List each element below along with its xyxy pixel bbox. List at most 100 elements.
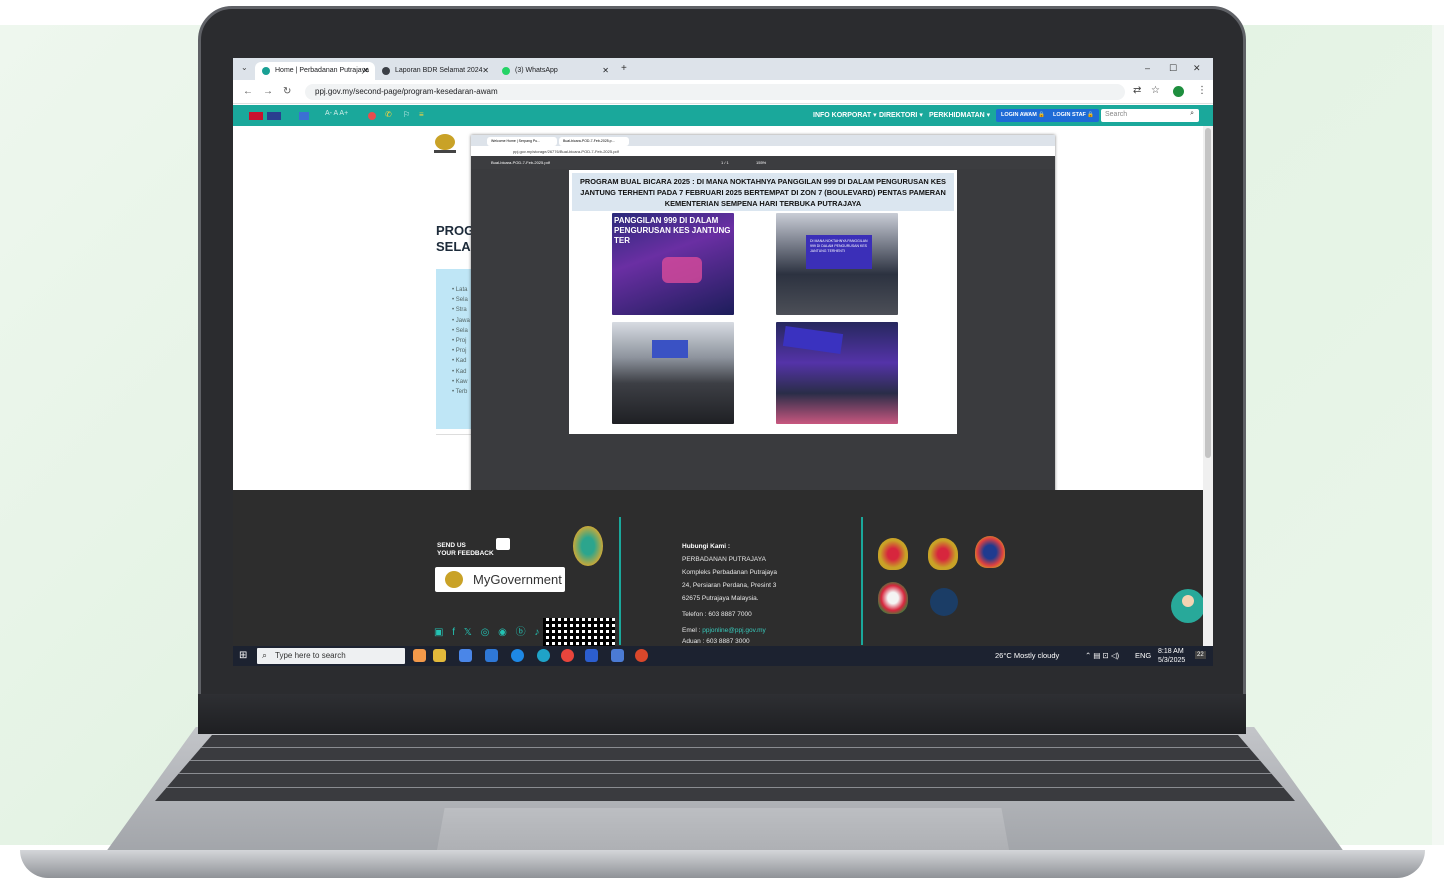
new-tab-button[interactable]: +	[621, 63, 627, 74]
tab-label: (3) WhatsApp	[515, 67, 558, 74]
nav-direktori[interactable]: DIREKTORI ▾	[879, 111, 923, 119]
mygov-label: MyGovernment	[473, 572, 562, 587]
tab-search-icon[interactable]: ⌄	[241, 63, 248, 72]
email-label: Emel :	[682, 627, 703, 634]
menu-icon[interactable]: ≡	[419, 110, 424, 119]
weather-widget[interactable]: 26°C Mostly cloudy	[995, 651, 1059, 660]
tab-label: Laporan BDR Selamat 2024	[395, 67, 483, 74]
minimize-button[interactable]: –	[1145, 63, 1150, 73]
close-window-button[interactable]: ✕	[1193, 63, 1201, 74]
contact-heading: Hubungi Kami :	[682, 543, 731, 550]
email-link[interactable]: ppjonline@ppj.gov.my	[702, 627, 766, 634]
url-text: ppj.gov.my/second-page/program-kesedaran…	[315, 87, 498, 96]
malay-flag-icon[interactable]	[249, 112, 263, 120]
site-navbar: A- A A+ ✆ ⚐ ≡ INFO KORPORAT ▾ DIREKTORI …	[233, 105, 1213, 126]
contact-line: 62675 Putrajaya Malaysia.	[682, 595, 759, 602]
store-icon[interactable]	[459, 649, 472, 662]
pdf-screenshot[interactable]: Welcome Home | Serpang Pu... Bual-bicara…	[471, 135, 1055, 509]
close-tab-icon[interactable]: ✕	[482, 66, 489, 75]
social-icons[interactable]: ▣ f 𝕏 ◎ ◉ ⓑ ♪	[434, 623, 542, 638]
tab-whatsapp[interactable]: (3) WhatsApp ✕	[495, 62, 615, 80]
address-bar[interactable]: ppj.gov.my/second-page/program-kesedaran…	[305, 84, 1125, 100]
contact-line: Kompleks Perbadanan Putrajaya	[682, 569, 778, 576]
browser-toolbar: ← → ↻ ppj.gov.my/second-page/program-kes…	[233, 80, 1213, 104]
chatbot-avatar-button[interactable]	[1171, 589, 1205, 623]
sign-language-icon[interactable]	[368, 112, 376, 120]
search-icon: ⌕	[262, 650, 268, 660]
notification-badge[interactable]: 22	[1195, 651, 1206, 659]
chrome-favicon-icon	[382, 67, 390, 75]
footer-divider	[619, 517, 621, 645]
login-staf-button[interactable]: LOGIN STAF 🔒	[1048, 109, 1100, 122]
language-indicator[interactable]: ENG	[1135, 651, 1151, 660]
forward-icon[interactable]: →	[263, 86, 273, 97]
jata-negara-icon	[445, 571, 463, 588]
login-awam-button[interactable]: LOGIN AWAM 🔒	[996, 109, 1051, 122]
event-photo: DI MANA NOKTAHNYA PANGGILAN 999 DI DALAM…	[776, 213, 898, 315]
contact-phone: Telefon : 603 8887 7000	[682, 611, 752, 618]
profile-avatar[interactable]	[1173, 86, 1184, 97]
menu-kebab-icon[interactable]: ⋮	[1197, 85, 1207, 96]
windows-taskbar: ⊞ ⌕ Type here to search 26°C Mostly clou…	[233, 646, 1213, 666]
inner-tab-bar: Welcome Home | Serpang Pu... Bual-bicara…	[471, 135, 1055, 146]
maximize-button[interactable]: ☐	[1169, 63, 1177, 74]
close-tab-icon[interactable]: ✕	[602, 66, 609, 75]
uk-flag-icon[interactable]	[267, 112, 281, 120]
pdf-page: PROGRAM BUAL BICARA 2025 : DI MANA NOKTA…	[569, 170, 957, 434]
taskbar-search-input[interactable]: ⌕ Type here to search	[257, 648, 405, 664]
tab-laporan-bdr[interactable]: Laporan BDR Selamat 2024 ✕	[375, 62, 495, 80]
agency-crest-icon	[975, 536, 1005, 568]
word-icon[interactable]	[585, 649, 598, 662]
state-crest-icon	[878, 538, 908, 570]
edge-icon[interactable]	[537, 649, 550, 662]
event-photo	[776, 322, 898, 424]
outlook-icon[interactable]	[611, 649, 624, 662]
inner-tab[interactable]: Welcome Home | Serpang Pu...	[487, 137, 557, 146]
reload-icon[interactable]: ↻	[283, 86, 291, 97]
back-icon[interactable]: ←	[243, 86, 253, 97]
powerpoint-icon[interactable]	[635, 649, 648, 662]
windows-start-icon[interactable]: ⊞	[239, 650, 247, 661]
translate-icon[interactable]: ⇄	[1133, 85, 1141, 96]
inner-address-bar[interactable]: ppj.gov.my/storage/26776/Bual-bicara-POD…	[471, 146, 1055, 156]
laptop-screen: ⌄ Home | Perbadanan Putrajaya ✕ Laporan …	[233, 58, 1213, 666]
contact-line: 24, Persiaran Perdana, Presint 3	[682, 582, 777, 589]
pdf-zoom[interactable]: 155%	[756, 160, 766, 165]
pdf-page-indicator[interactable]: 1 / 1	[721, 160, 729, 165]
chrome-icon[interactable]	[561, 649, 574, 662]
contact-block: Hubungi Kami : PERBADANAN PUTRAJAYA Komp…	[682, 540, 777, 646]
mail-icon[interactable]	[485, 649, 498, 662]
edge-legacy-icon[interactable]	[511, 649, 524, 662]
tab-label: Home | Perbadanan Putrajaya	[275, 67, 370, 74]
laptop-keyboard	[155, 735, 1295, 801]
photo-screen-text: DI MANA NOKTAHNYA PANGGILAN 999 DI DALAM…	[806, 235, 872, 269]
mygovernment-link[interactable]: MyGovernment	[435, 567, 565, 592]
task-view-icon[interactable]	[413, 649, 426, 662]
tab-home-ppj[interactable]: Home | Perbadanan Putrajaya ✕	[255, 62, 375, 80]
nav-perkhidmatan[interactable]: PERKHIDMATAN ▾	[929, 111, 990, 119]
file-explorer-icon[interactable]	[433, 649, 446, 662]
inner-tab[interactable]: Bual-bicara-POD-7-Feb-2025.p...	[559, 137, 629, 146]
scroll-thumb[interactable]	[1205, 128, 1211, 458]
ppj-logo[interactable]	[430, 132, 460, 156]
nav-info-korporat[interactable]: INFO KORPORAT ▾	[813, 111, 877, 119]
clock-time: 8:18 AM	[1158, 648, 1184, 655]
display-icon[interactable]	[299, 112, 309, 120]
laptop-front-edge	[20, 850, 1425, 878]
chat-bubble-icon[interactable]	[496, 538, 510, 550]
feedback-link[interactable]: SEND US YOUR FEEDBACK	[437, 542, 494, 558]
site-search-input[interactable]: Search ⌕	[1101, 109, 1199, 122]
contact-line: PERBADANAN PUTRAJAYA	[682, 556, 766, 563]
bookmark-star-icon[interactable]: ☆	[1151, 85, 1160, 96]
clock[interactable]: 8:18 AM 5/3/2025	[1158, 647, 1185, 665]
search-icon[interactable]: ⌕	[1190, 110, 1194, 118]
laptop-chin	[198, 694, 1246, 734]
close-tab-icon[interactable]: ✕	[362, 66, 369, 75]
page-scrollbar[interactable]	[1203, 126, 1213, 646]
event-photo: PANGGILAN 999 DI DALAM PENGURUSAN KES JA…	[612, 213, 734, 315]
font-size-controls[interactable]: A- A A+	[325, 110, 348, 117]
tray-icons[interactable]: ⌃ ▤ ⊡ ◁)	[1085, 651, 1119, 660]
sitemap-icon[interactable]: ⚐	[403, 110, 410, 119]
feedback-text: SEND US	[437, 542, 466, 549]
phone-icon[interactable]: ✆	[385, 110, 392, 119]
